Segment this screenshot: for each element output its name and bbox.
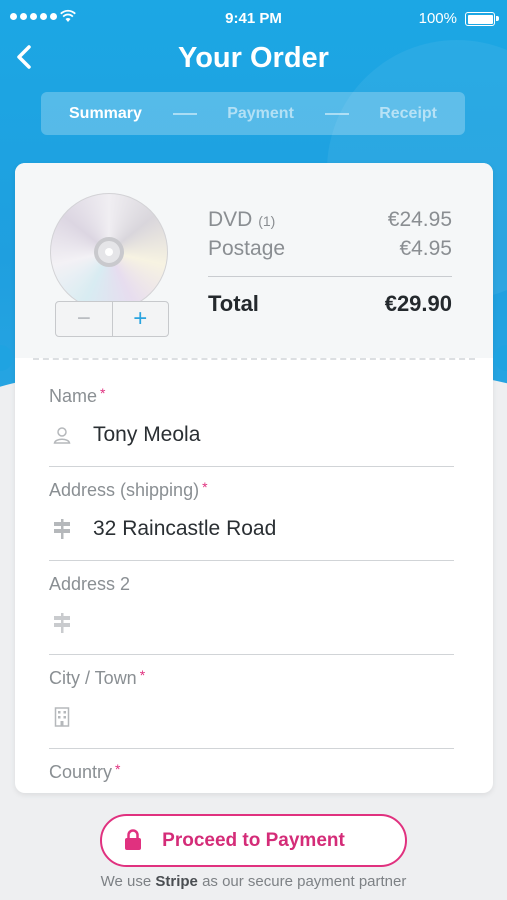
total-label: Total [208,291,259,316]
total-row: Total €29.90 [208,291,452,317]
city-field: City / Town * [49,667,454,749]
progress-steps: Summary Payment Receipt [41,92,465,135]
line-item-postage: Postage €4.95 [208,237,452,261]
field-underline [49,466,454,467]
step-separator [324,112,349,115]
item-name: DVD [208,208,253,231]
disc-hole [105,248,113,256]
person-icon [51,424,73,446]
total-price: €29.90 [384,291,452,316]
name-input[interactable]: Tony Meola [93,423,200,447]
signpost-icon [51,518,73,540]
stripe-brand: Stripe [155,873,198,890]
status-bar: 9:41 PM 100% [0,0,507,38]
order-card: − + DVD (1) €24.95 Postage €4.95 Total €… [15,163,493,793]
name-field: Name * Tony Meola [49,385,454,467]
item-price: €24.95 [387,208,452,231]
required-marker: * [115,761,121,777]
address-input[interactable]: 32 Raincastle Road [93,517,276,541]
total-divider [208,276,452,277]
note-suffix: as our secure payment partner [202,873,407,890]
item-quantity: (1) [258,213,276,229]
country-field[interactable]: Country * [49,761,454,783]
country-label: Country [49,762,113,782]
step-summary[interactable]: Summary [69,105,142,123]
note-prefix: We use [100,873,152,890]
increase-quantity-button[interactable]: + [113,302,169,336]
building-icon [51,706,73,728]
lock-icon [125,829,141,850]
battery-percent: 100% [418,10,457,27]
address-label: Address (shipping) [49,480,200,500]
line-item-dvd: DVD (1) €24.95 [208,208,452,232]
address2-label: Address 2 [49,574,131,594]
proceed-label: Proceed to Payment [162,829,345,851]
postage-label: Postage [208,237,286,260]
step-receipt[interactable]: Receipt [379,105,437,123]
field-underline [49,748,454,749]
order-summary: − + DVD (1) €24.95 Postage €4.95 Total €… [15,163,493,358]
payment-partner-note: We use Stripe as our secure payment part… [0,873,507,890]
step-payment[interactable]: Payment [227,105,294,123]
postage-price: €4.95 [399,237,452,260]
battery-icon [465,12,499,26]
signpost-icon [51,612,73,634]
required-marker: * [202,479,208,495]
quantity-stepper: − + [55,301,169,337]
proceed-to-payment-button[interactable]: Proceed to Payment [100,814,407,867]
required-marker: * [100,385,106,401]
step-separator [172,112,197,115]
city-label: City / Town [49,668,137,688]
field-underline [49,654,454,655]
page-title: Your Order [178,42,329,74]
name-label: Name [49,386,98,406]
dvd-disc-image [50,193,168,311]
address2-field: Address 2 [49,574,454,655]
tear-line [33,358,475,360]
decrease-quantity-button[interactable]: − [56,302,113,336]
field-underline [49,560,454,561]
address-field: Address (shipping) * 32 Raincastle Road [49,479,454,561]
required-marker: * [139,667,146,683]
